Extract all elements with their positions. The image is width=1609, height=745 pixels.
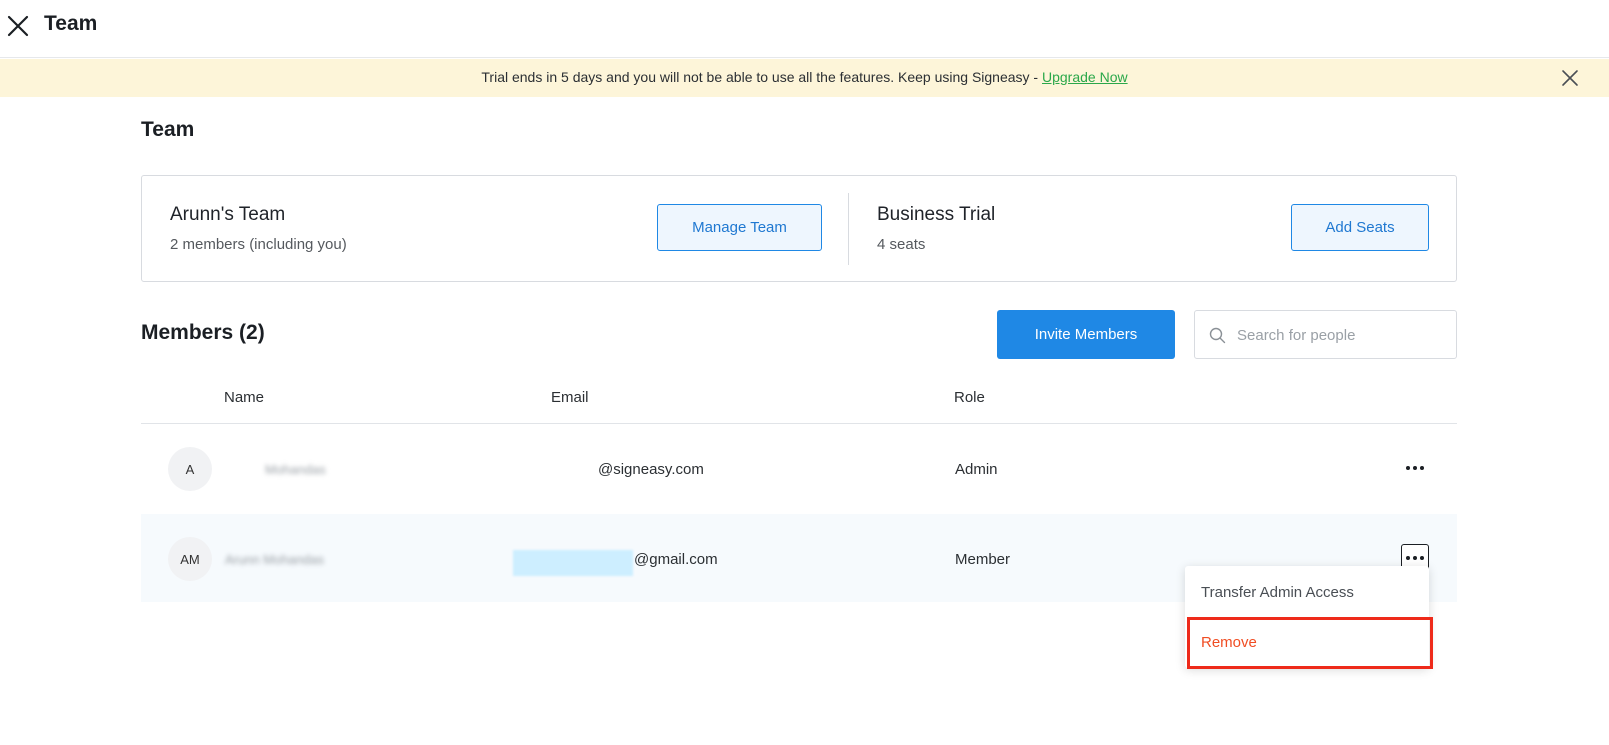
invite-members-button[interactable]: Invite Members (997, 310, 1175, 359)
team-card: Arunn's Team 2 members (including you) M… (141, 175, 1457, 282)
banner-message: Trial ends in 5 days and you will not be… (0, 69, 1609, 85)
card-divider (848, 193, 849, 265)
close-icon[interactable] (6, 14, 30, 38)
column-header-name: Name (224, 389, 265, 406)
avatar: AM (168, 537, 212, 581)
menu-item-remove[interactable]: Remove (1185, 618, 1429, 666)
search-box[interactable] (1194, 310, 1457, 359)
section-title: Team (141, 118, 195, 141)
more-options-button[interactable] (1401, 454, 1429, 482)
banner-close-icon[interactable] (1560, 68, 1580, 88)
members-title: Members (2) (141, 321, 265, 344)
column-header-email: Email (551, 389, 589, 406)
column-header-role: Role (954, 389, 985, 406)
search-input[interactable] (1237, 321, 1447, 349)
plan-name: Business Trial (877, 204, 996, 225)
email-redaction (513, 550, 633, 576)
more-icon (1406, 466, 1424, 470)
member-role: Admin (955, 461, 998, 478)
manage-team-button[interactable]: Manage Team (657, 204, 822, 251)
menu-item-transfer-admin[interactable]: Transfer Admin Access (1185, 568, 1429, 616)
member-options-menu: Transfer Admin Access Remove (1185, 566, 1429, 668)
avatar: A (168, 447, 212, 491)
member-name: Arunn Mohandas (225, 552, 325, 567)
member-role: Member (955, 551, 1011, 568)
add-seats-button[interactable]: Add Seats (1291, 204, 1429, 251)
plan-seats: 4 seats (877, 236, 926, 253)
banner-text: Trial ends in 5 days and you will not be… (481, 69, 1042, 85)
upgrade-now-link[interactable]: Upgrade Now (1042, 69, 1128, 85)
team-name: Arunn's Team (170, 204, 286, 225)
search-icon (1209, 327, 1226, 344)
page-header-title: Team (44, 12, 98, 35)
table-row: A Mohandas @signeasy.com Admin (141, 424, 1457, 512)
more-icon (1406, 556, 1424, 560)
trial-banner: Trial ends in 5 days and you will not be… (0, 59, 1609, 97)
team-member-count: 2 members (including you) (170, 236, 347, 253)
member-email: @gmail.com (634, 551, 718, 568)
top-bar: Team (0, 0, 1609, 58)
member-name: Mohandas (265, 462, 326, 477)
member-email: @signeasy.com (598, 461, 704, 478)
